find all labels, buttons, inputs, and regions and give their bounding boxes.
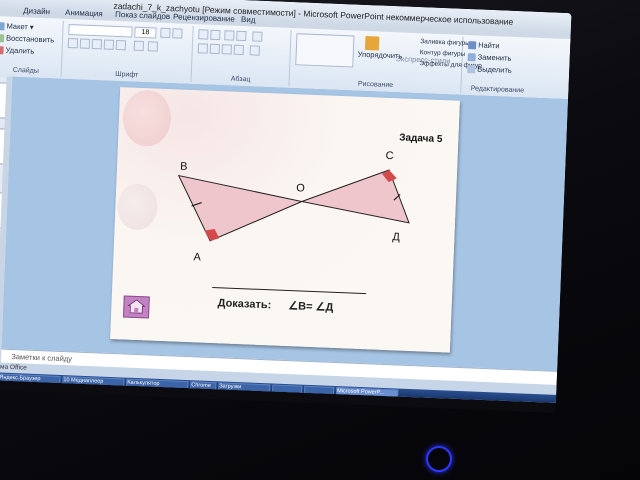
- font-name-box[interactable]: [68, 24, 133, 38]
- current-slide[interactable]: В С О А Д Задача 5 Доказать: ∠В= ∠Д: [110, 87, 460, 353]
- taskbar-item[interactable]: Chrome: [190, 381, 217, 392]
- indent-decrease-icon[interactable]: [224, 30, 235, 41]
- point-label-b: В: [180, 161, 188, 173]
- shadow-icon[interactable]: [115, 39, 127, 51]
- font-group: 18 Шрифт: [62, 20, 194, 82]
- task-title: Задача 5: [398, 132, 443, 146]
- paragraph-group-label: Абзац: [230, 75, 251, 84]
- shapes-gallery[interactable]: [295, 33, 355, 68]
- tab-review[interactable]: Рецензирование: [173, 12, 235, 23]
- taskbar-item[interactable]: [272, 384, 303, 395]
- bold-icon[interactable]: [67, 38, 79, 49]
- prove-label: Доказать:: [217, 297, 272, 312]
- bullets-icon[interactable]: [198, 29, 209, 40]
- reset-button[interactable]: Восстановить: [0, 33, 54, 44]
- reset-icon: [0, 34, 5, 43]
- layout-button[interactable]: Макет ▾: [0, 21, 34, 32]
- arrange-button[interactable]: Упорядочить: [358, 35, 403, 60]
- find-icon: [468, 41, 477, 50]
- triangle-cdo: [299, 169, 410, 224]
- power-led-indicator: [426, 446, 452, 472]
- slides-group: Макет ▾ Восстановить Удалить Слайды: [0, 17, 64, 77]
- italic-icon[interactable]: [79, 38, 91, 49]
- underline-icon[interactable]: [91, 38, 103, 50]
- taskbar-item[interactable]: [304, 385, 335, 396]
- numbering-icon[interactable]: [210, 29, 221, 41]
- taskbar-item[interactable]: 10 Медиаплеер: [62, 376, 125, 388]
- strikethrough-icon[interactable]: [103, 39, 115, 50]
- geometry-figure: В С О А Д: [177, 150, 410, 264]
- grow-font-icon[interactable]: [160, 27, 171, 39]
- slides-group-label: Слайды: [12, 66, 39, 75]
- line-spacing-icon[interactable]: [252, 31, 263, 42]
- home-button[interactable]: [122, 295, 150, 319]
- point-label-a: А: [193, 251, 201, 263]
- shape-fill-button[interactable]: Заливка фигуры: [420, 38, 470, 47]
- select-button[interactable]: Выделить: [467, 64, 512, 75]
- replace-button[interactable]: Заменить: [467, 52, 512, 63]
- font-size-box[interactable]: 18: [134, 26, 157, 39]
- point-label-c: С: [385, 150, 393, 162]
- paragraph-group: Абзац: [192, 26, 292, 86]
- find-button[interactable]: Найти: [468, 40, 500, 50]
- align-center-icon[interactable]: [209, 43, 221, 55]
- delete-icon: [0, 46, 4, 55]
- columns-icon[interactable]: [249, 45, 260, 56]
- shrink-font-icon[interactable]: [172, 28, 183, 39]
- powerpoint-window: zadachi_7_k_zachyotu [Режим совместимост…: [0, 0, 572, 403]
- spacing-icon[interactable]: [133, 40, 145, 52]
- indent-increase-icon[interactable]: [236, 30, 247, 42]
- taskbar-item[interactable]: Загрузки: [218, 382, 271, 394]
- taskbar-item[interactable]: Яндекс.Браузер: [0, 373, 61, 385]
- select-icon: [467, 65, 476, 74]
- tab-slideshow[interactable]: Показ слайдов: [115, 10, 170, 21]
- taskbar-item-powerpoint[interactable]: Microsoft PowerP...: [335, 387, 399, 399]
- tab-design[interactable]: Дизайн: [23, 6, 50, 16]
- prove-expression: ∠В= ∠Д: [288, 300, 334, 314]
- replace-icon: [467, 53, 476, 62]
- taskbar-item[interactable]: Калькулятор: [126, 378, 189, 391]
- notes-placeholder: Заметки к слайду: [11, 351, 73, 364]
- layout-icon: [0, 22, 5, 31]
- monitor: zadachi_7_k_zachyotu [Режим совместимост…: [0, 0, 572, 413]
- status-text: Тема Office: [0, 363, 27, 372]
- editing-group: Найти Заменить Выделить Редактирование: [462, 37, 534, 96]
- tab-animation[interactable]: Анимация: [65, 8, 103, 19]
- align-left-icon[interactable]: [197, 43, 209, 54]
- editing-group-label: Редактирование: [470, 85, 525, 95]
- drawing-group: Упорядочить Экспресс-стили Заливка фигур…: [290, 30, 482, 93]
- align-right-icon[interactable]: [221, 44, 233, 55]
- triangle-abo: [177, 174, 304, 242]
- tab-view[interactable]: Вид: [241, 15, 256, 25]
- point-label-d: Д: [392, 231, 400, 243]
- delete-button[interactable]: Удалить: [0, 45, 34, 56]
- point-label-o: О: [296, 182, 305, 194]
- font-color-icon[interactable]: [147, 41, 159, 52]
- arrange-icon: [364, 35, 380, 51]
- home-icon: [127, 299, 146, 314]
- justify-icon[interactable]: [233, 44, 244, 56]
